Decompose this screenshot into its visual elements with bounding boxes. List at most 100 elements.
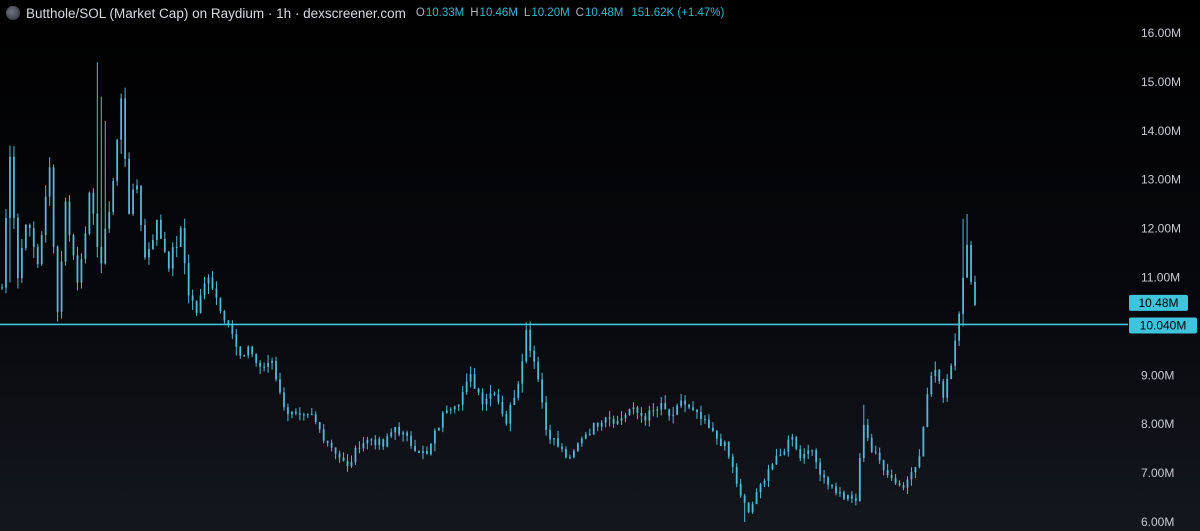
candle-body xyxy=(731,456,734,467)
candle-body xyxy=(561,446,563,449)
candle-body xyxy=(144,225,146,258)
candle xyxy=(171,242,174,277)
candle-body xyxy=(370,439,373,441)
candle xyxy=(183,218,186,275)
candle-body xyxy=(374,439,377,446)
candle-body xyxy=(815,450,818,463)
candle xyxy=(652,403,655,417)
candle-body xyxy=(922,427,925,457)
candle xyxy=(513,389,516,406)
candle-body xyxy=(414,445,416,452)
candle-body xyxy=(330,442,333,448)
candle xyxy=(32,221,35,258)
candle-body xyxy=(771,464,774,470)
candle xyxy=(715,429,718,445)
candle-body xyxy=(505,413,508,424)
candle xyxy=(719,433,722,447)
candle-body xyxy=(819,462,822,475)
candle-body xyxy=(537,361,540,380)
candle-body xyxy=(946,378,949,398)
candle xyxy=(529,321,532,358)
candle xyxy=(394,426,397,440)
candle-body xyxy=(835,486,837,494)
candle xyxy=(155,219,158,246)
candle xyxy=(926,387,929,428)
candle-body xyxy=(624,414,627,419)
candle xyxy=(5,209,7,294)
candle xyxy=(80,253,83,289)
candle xyxy=(179,226,182,247)
candle-body xyxy=(140,185,142,226)
candle-body xyxy=(247,346,250,356)
candle-body xyxy=(620,418,623,421)
candle-body xyxy=(616,420,619,424)
candle xyxy=(239,345,242,359)
candle xyxy=(96,62,99,258)
candle xyxy=(958,311,961,346)
candle-body xyxy=(334,447,337,454)
candle-body xyxy=(930,375,933,395)
y-tick-label: 6.00M xyxy=(1141,515,1174,529)
candle xyxy=(291,410,293,419)
candle-body xyxy=(294,411,297,414)
candle xyxy=(739,478,742,498)
candle-body xyxy=(473,374,476,389)
candle xyxy=(306,413,309,418)
candle xyxy=(263,362,266,372)
hline-price-badge: 10.040M xyxy=(1129,317,1197,334)
candle-body xyxy=(934,369,937,376)
candle xyxy=(152,234,154,250)
candle xyxy=(235,329,238,356)
candle-body xyxy=(847,495,849,500)
candlestick-chart[interactable]: 6.00M 7.00M 8.00M 9.00M 11.00M 12.00M 13.00M 14… xyxy=(0,0,1200,531)
candle-body xyxy=(211,277,214,289)
candle xyxy=(565,446,567,459)
candle-body xyxy=(676,405,679,415)
candle xyxy=(569,454,571,460)
candle xyxy=(100,96,103,274)
candle xyxy=(870,433,873,454)
candle xyxy=(533,345,536,370)
candle-body xyxy=(755,492,758,505)
candle xyxy=(731,453,734,474)
candle-body xyxy=(549,429,551,440)
candle xyxy=(159,214,162,239)
candle xyxy=(374,435,377,450)
candle xyxy=(485,393,488,411)
candle xyxy=(858,453,861,502)
candle-body xyxy=(322,429,325,441)
candle-body xyxy=(596,423,599,427)
candle xyxy=(600,420,603,431)
candle xyxy=(759,482,762,499)
candle xyxy=(457,404,460,412)
candle xyxy=(692,401,694,412)
candle xyxy=(124,87,127,167)
candle xyxy=(827,476,829,490)
candle-body xyxy=(255,354,258,363)
candle xyxy=(334,447,337,460)
candle-body xyxy=(529,329,532,351)
candle xyxy=(9,145,11,283)
candle-body xyxy=(76,255,79,283)
candle-body xyxy=(167,251,170,269)
candle xyxy=(410,431,412,449)
candle xyxy=(549,424,551,444)
candle xyxy=(938,369,941,384)
candle-body xyxy=(52,167,55,247)
candle-body xyxy=(195,300,198,313)
candle xyxy=(16,213,19,289)
candle-body xyxy=(5,217,7,288)
candle xyxy=(862,404,865,462)
candle-body xyxy=(302,414,305,416)
candle xyxy=(382,438,385,450)
candle xyxy=(886,463,889,478)
candle xyxy=(906,476,909,495)
candle xyxy=(501,395,504,417)
candle xyxy=(636,405,639,420)
candle-body xyxy=(501,402,504,414)
candle xyxy=(811,449,814,456)
candle-body xyxy=(763,480,766,485)
candle xyxy=(799,445,802,462)
candle-body xyxy=(743,495,746,503)
candle xyxy=(783,448,786,456)
